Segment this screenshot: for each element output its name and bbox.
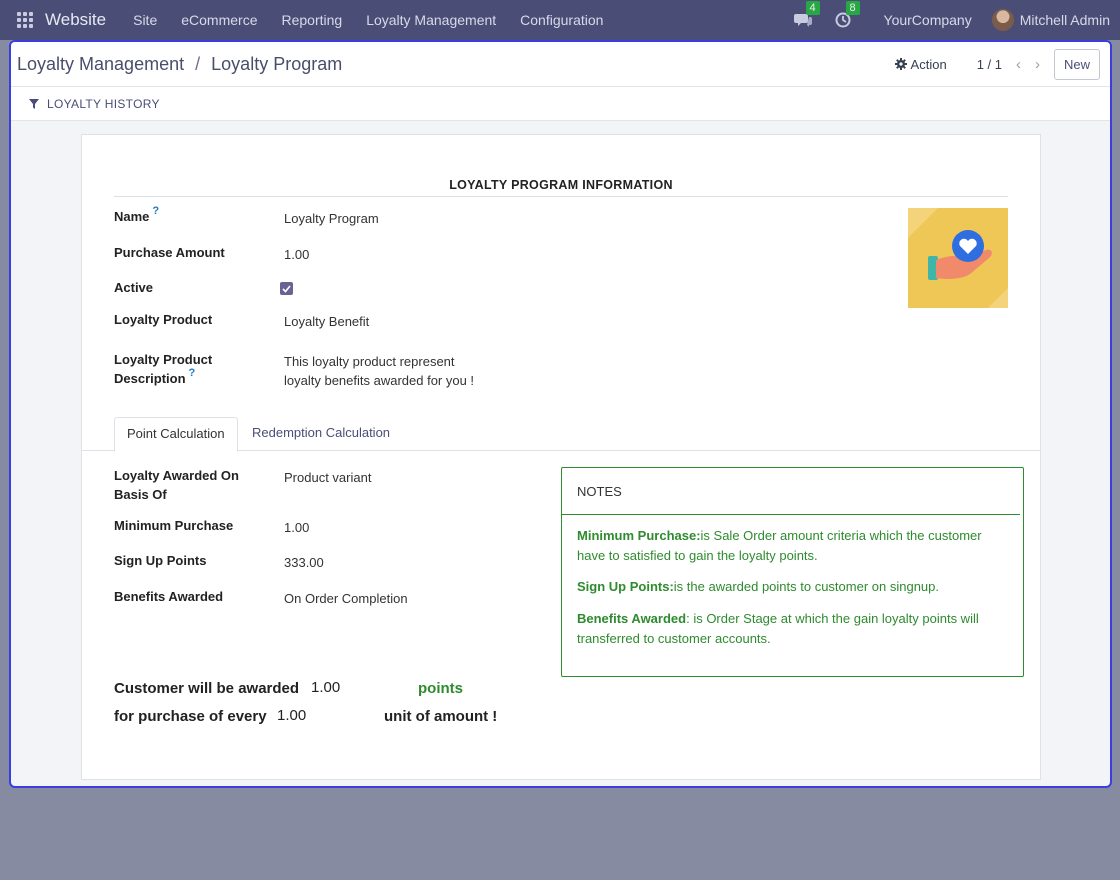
section-title: LOYALTY PROGRAM INFORMATION [114, 178, 1008, 197]
benefits-awarded-field[interactable]: On Order Completion [284, 589, 408, 608]
minimum-purchase-label: Minimum Purchase [114, 518, 234, 533]
breadcrumb-parent[interactable]: Loyalty Management [17, 54, 184, 74]
name-help-icon[interactable]: ? [152, 205, 159, 217]
check-icon [282, 284, 291, 293]
menu-item-site[interactable]: Site [121, 12, 169, 28]
app-brand[interactable]: Website [45, 10, 106, 30]
user-menu[interactable]: Mitchell Admin [1020, 12, 1110, 28]
heart-hand-icon [908, 208, 1008, 308]
minimum-purchase-field[interactable]: 1.00 [284, 518, 309, 537]
action-menu-button[interactable]: Action [894, 56, 947, 72]
tab-point-calculation[interactable]: Point Calculation [114, 417, 238, 452]
activities-button[interactable]: 8 [834, 1, 860, 29]
note-signup-points: Sign Up Points:is the awarded points to … [577, 579, 939, 594]
company-switcher[interactable]: YourCompany [884, 12, 972, 28]
loyalty-product-field[interactable]: Loyalty Benefit [284, 312, 369, 331]
tab-redemption-calculation[interactable]: Redemption Calculation [240, 417, 402, 451]
new-record-button[interactable]: New [1053, 48, 1100, 80]
notes-title: NOTES [577, 484, 622, 499]
activities-count-badge: 8 [845, 1, 860, 15]
menu-item-reporting[interactable]: Reporting [269, 12, 354, 28]
form-statusbar: LOYALTY HISTORY [11, 87, 1110, 121]
notebook-tabs: Point Calculation Redemption Calculation [82, 417, 1040, 452]
benefits-awarded-label: Benefits Awarded [114, 589, 224, 604]
filter-icon [29, 98, 39, 109]
pager-next-icon[interactable]: › [1035, 56, 1040, 73]
messages-count-badge: 4 [805, 1, 820, 15]
summary-points-text: points [418, 680, 463, 697]
loyalty-history-label: LOYALTY HISTORY [47, 96, 160, 111]
messages-button[interactable]: 4 [793, 1, 820, 29]
menu-item-configuration[interactable]: Configuration [508, 12, 615, 28]
signup-points-field[interactable]: 333.00 [284, 553, 324, 572]
breadcrumb-current: Loyalty Program [211, 53, 343, 74]
note-benefits-awarded: Benefits Awarded: is Order Stage at whic… [577, 611, 979, 646]
signup-points-label: Sign Up Points [114, 553, 207, 568]
awarded-on-field[interactable]: Product variant [284, 468, 371, 487]
summary-awarded-text: Customer will be awarded [114, 680, 300, 697]
pager-previous-icon[interactable]: ‹ [1016, 56, 1021, 73]
control-panel: Loyalty Management / Loyalty Program Act… [11, 42, 1110, 87]
form-view-frame: Loyalty Management / Loyalty Program Act… [9, 40, 1112, 788]
loyalty-product-image[interactable] [908, 208, 1008, 308]
loyalty-product-description-label: Loyalty Product Description? [114, 352, 213, 386]
main-menu: Site eCommerce Reporting Loyalty Managem… [121, 12, 615, 28]
purchase-amount-field[interactable]: 1.00 [284, 245, 309, 264]
summary-awarded-points-field[interactable]: 1.00 [311, 679, 340, 696]
avatar[interactable] [991, 9, 1014, 31]
menu-item-ecommerce[interactable]: eCommerce [169, 12, 269, 28]
notes-divider [562, 514, 1020, 515]
loyalty-product-description-field[interactable]: This loyalty product represent loyalty b… [284, 352, 474, 390]
breadcrumb: Loyalty Management / Loyalty Program [17, 54, 342, 75]
menu-item-loyalty-management[interactable]: Loyalty Management [354, 12, 508, 28]
active-label: Active [114, 280, 154, 295]
gear-icon [894, 58, 907, 70]
loyalty-product-label: Loyalty Product [114, 312, 213, 327]
summary-purchase-amount-field[interactable]: 1.00 [277, 707, 306, 724]
name-field[interactable]: Loyalty Program [284, 209, 379, 228]
active-checkbox[interactable] [280, 282, 293, 295]
summary-purchase-text: for purchase of every [114, 708, 267, 725]
form-sheet: LOYALTY PROGRAM INFORMATION Name? Loyalt… [81, 134, 1041, 780]
description-help-icon[interactable]: ? [189, 367, 196, 379]
notes-panel: NOTES Minimum Purchase:is Sale Order amo… [561, 467, 1024, 677]
breadcrumb-separator: / [195, 53, 201, 74]
summary-unit-text: unit of amount ! [384, 708, 498, 725]
loyalty-history-button[interactable]: LOYALTY HISTORY [29, 97, 160, 111]
awarded-on-label: Loyalty Awarded On Basis Of [114, 468, 239, 502]
action-label: Action [910, 56, 947, 72]
name-label: Name? [114, 205, 160, 224]
note-minimum-purchase: Minimum Purchase:is Sale Order amount cr… [577, 528, 982, 563]
pager-value[interactable]: 1 / 1 [977, 57, 1002, 72]
top-navbar: Website Site eCommerce Reporting Loyalty… [0, 0, 1120, 40]
purchase-amount-label: Purchase Amount [114, 245, 225, 260]
apps-menu-icon[interactable] [17, 12, 33, 28]
